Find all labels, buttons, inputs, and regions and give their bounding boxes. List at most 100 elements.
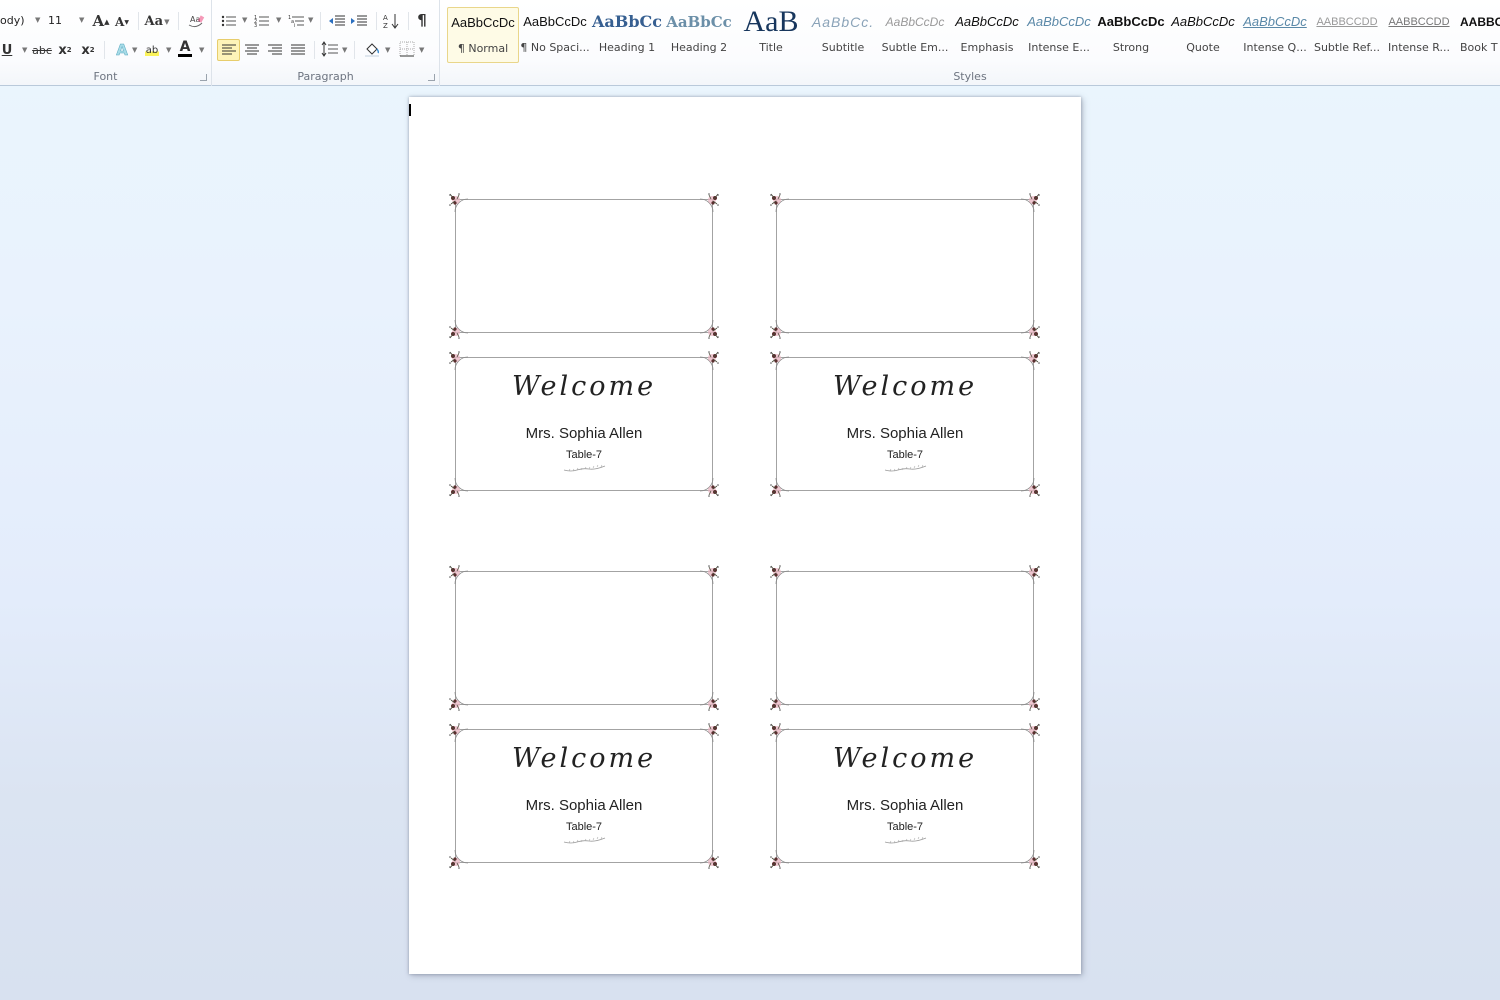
style-name: Heading 2 <box>670 41 728 54</box>
style-intense-reference[interactable]: AABBCCDD Intense R... <box>1383 7 1455 63</box>
grow-font-button[interactable]: A ▲ <box>92 11 110 31</box>
shading-button[interactable] <box>362 39 382 59</box>
style-sample: AaBbCc <box>666 13 732 31</box>
card-border <box>776 199 1034 333</box>
underline-button[interactable]: U <box>0 40 14 60</box>
numbering-dropdown-icon[interactable]: ▼ <box>276 16 281 24</box>
superscript-button[interactable]: x2 <box>80 40 96 60</box>
place-card-bottom-right-back[interactable] <box>768 563 1042 713</box>
place-card-top-right-front[interactable]: Welcome Mrs. Sophia Allen Table-7 <box>768 349 1042 499</box>
style-sample: AaBbCcDc <box>955 14 1019 29</box>
strikethrough-icon: abc <box>32 43 52 57</box>
style-sample: AABBCCDD <box>1316 16 1378 28</box>
shrink-font-button[interactable]: A ▼ <box>114 12 130 32</box>
style-name: ¶ Normal <box>457 42 509 55</box>
floral-corner-icon <box>447 349 469 371</box>
style-quote[interactable]: AaBbCcDc Quote <box>1167 7 1239 63</box>
card-border <box>455 571 713 705</box>
separator <box>314 41 315 59</box>
bullets-button[interactable] <box>221 11 237 31</box>
style-book-title[interactable]: AABBC Book T <box>1455 7 1500 63</box>
style-emphasis[interactable]: AaBbCcDc Emphasis <box>951 7 1023 63</box>
style-normal[interactable]: AaBbCcDc ¶ Normal <box>447 7 519 63</box>
font-dialog-launcher[interactable] <box>200 74 207 81</box>
place-card-top-left-back[interactable] <box>447 191 721 341</box>
style-intense-emphasis[interactable]: AaBbCcDc Intense E... <box>1023 7 1095 63</box>
place-card-top-right-back[interactable] <box>768 191 1042 341</box>
superscript-icon: x <box>81 42 90 58</box>
floral-corner-icon <box>1020 319 1042 341</box>
separator <box>408 12 409 30</box>
show-formatting-button[interactable]: ¶ <box>414 10 430 30</box>
style-subtle-reference[interactable]: AABBCCDD Subtle Ref... <box>1311 7 1383 63</box>
place-card-bottom-right-front[interactable]: Welcome Mrs. Sophia Allen Table-7 <box>768 721 1042 871</box>
bullets-dropdown-icon[interactable]: ▼ <box>242 16 247 24</box>
floral-corner-icon <box>447 563 469 585</box>
decrease-indent-button[interactable] <box>328 11 346 31</box>
place-card-bottom-left-front[interactable]: Welcome Mrs. Sophia Allen Table-7 <box>447 721 721 871</box>
line-spacing-dropdown-icon[interactable]: ▼ <box>342 46 347 54</box>
floral-corner-icon <box>1020 191 1042 213</box>
place-card-top-left-front[interactable]: Welcome Mrs. Sophia Allen Table-7 <box>447 349 721 499</box>
underline-dropdown-icon[interactable]: ▼ <box>22 46 27 54</box>
place-card-bottom-left-back[interactable] <box>447 563 721 713</box>
font-color-dropdown-icon[interactable]: ▼ <box>199 46 204 54</box>
style-name: Book T <box>1460 41 1498 54</box>
strikethrough-button[interactable]: abc <box>32 40 52 60</box>
subscript-button[interactable]: x2 <box>57 40 73 60</box>
welcome-text: Welcome <box>511 371 657 402</box>
floral-corner-icon <box>768 721 790 743</box>
paragraph-dialog-launcher[interactable] <box>428 74 435 81</box>
multilevel-list-dropdown-icon[interactable]: ▼ <box>308 16 313 24</box>
card-border <box>776 571 1034 705</box>
highlight-dropdown-icon[interactable]: ▼ <box>166 46 171 54</box>
floral-corner-icon <box>699 563 721 585</box>
font-color-button[interactable]: A <box>176 38 194 58</box>
decrease-indent-icon <box>329 15 345 26</box>
sort-button[interactable]: AZ <box>382 11 400 31</box>
grow-font-icon: A <box>92 12 105 30</box>
numbering-button[interactable]: 1 2 3 <box>254 11 270 31</box>
style-heading-2[interactable]: AaBbCc Heading 2 <box>663 7 735 63</box>
separator <box>138 12 139 30</box>
change-case-button[interactable]: Aa ▼ <box>144 11 170 31</box>
style-sample: AaB <box>743 7 799 37</box>
floral-corner-icon <box>699 477 721 499</box>
style-strong[interactable]: AaBbCcDc Strong <box>1095 7 1167 63</box>
line-spacing-button[interactable] <box>320 39 340 59</box>
align-center-button[interactable] <box>243 40 261 60</box>
style-name: Subtle Ref... <box>1313 41 1381 54</box>
text-effects-button[interactable]: A <box>112 40 132 60</box>
multilevel-list-button[interactable]: 1 a i <box>288 11 306 31</box>
floral-corner-icon <box>447 691 469 713</box>
style-intense-quote[interactable]: AaBbCcDc Intense Q... <box>1239 7 1311 63</box>
font-name-dropdown-icon[interactable]: ▼ <box>35 16 40 24</box>
style-subtitle[interactable]: AaBbCc. Subtitle <box>807 7 879 63</box>
document-page[interactable]: Welcome Mrs. Sophia Allen Table-7 Welcom… <box>409 97 1081 974</box>
borders-button[interactable] <box>397 39 417 59</box>
style-sample: AaBbCcDc <box>451 15 515 30</box>
align-right-button[interactable] <box>266 40 284 60</box>
separator <box>354 41 355 59</box>
style-name: Heading 1 <box>598 41 656 54</box>
borders-dropdown-icon[interactable]: ▼ <box>419 46 424 54</box>
floral-corner-icon <box>447 721 469 743</box>
style-heading-1[interactable]: AaBbCc Heading 1 <box>591 7 663 63</box>
text-effects-dropdown-icon[interactable]: ▼ <box>132 46 137 54</box>
highlight-button[interactable]: ab <box>142 40 162 60</box>
style-name: ¶ No Spaci... <box>520 41 590 54</box>
style-sample: AABBC <box>1460 15 1500 29</box>
svg-text:3: 3 <box>254 23 257 28</box>
style-no-spacing[interactable]: AaBbCcDc ¶ No Spaci... <box>519 7 591 63</box>
shading-dropdown-icon[interactable]: ▼ <box>385 46 390 54</box>
font-group: ody) ▼ 11 ▼ A ▲ A ▼ Aa ▼ Aa U ▼ abc x 2 … <box>0 0 212 86</box>
increase-indent-button[interactable] <box>350 11 368 31</box>
style-subtle-emphasis[interactable]: AaBbCcDc Subtle Em... <box>879 7 951 63</box>
clear-formatting-button[interactable]: Aa <box>186 11 206 31</box>
table-number: Table-7 <box>565 449 603 461</box>
floral-corner-icon <box>768 563 790 585</box>
justify-button[interactable] <box>289 40 307 60</box>
font-size-dropdown-icon[interactable]: ▼ <box>79 16 84 24</box>
style-title[interactable]: AaB Title <box>735 7 807 63</box>
align-left-button[interactable] <box>217 39 240 61</box>
